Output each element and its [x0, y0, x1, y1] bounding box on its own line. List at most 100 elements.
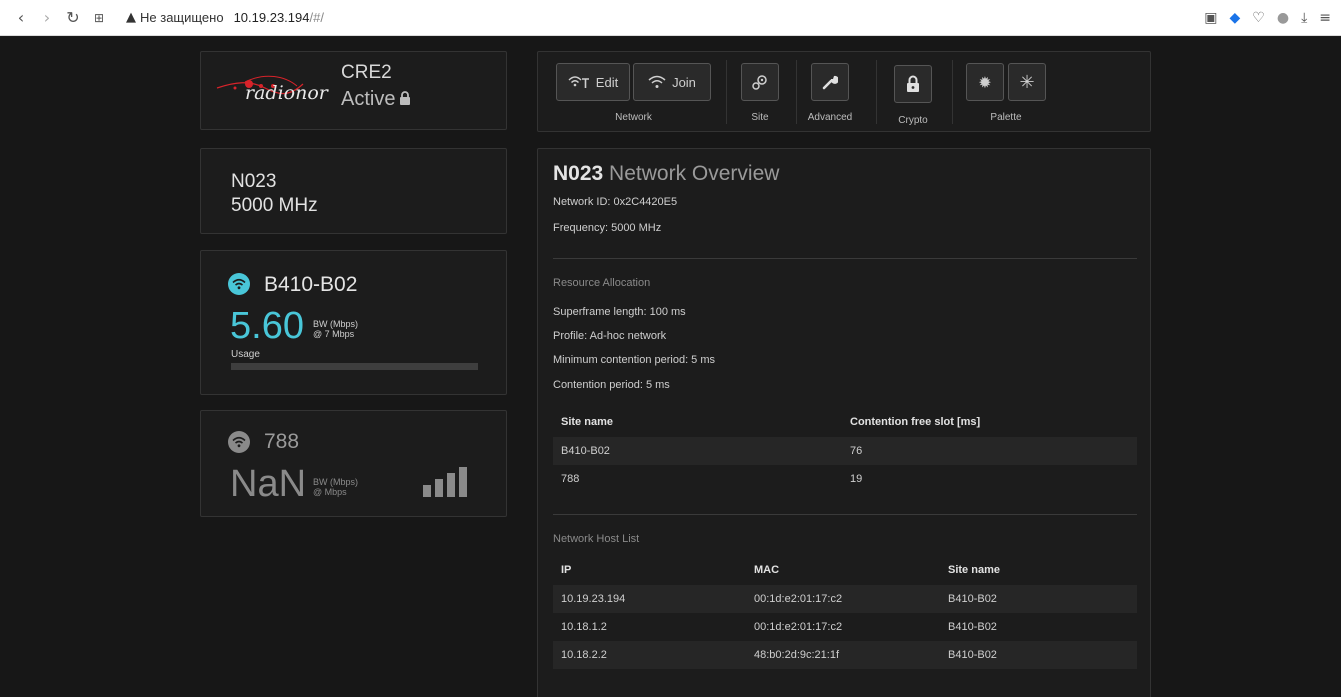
slot-cell: 19	[850, 473, 863, 485]
camera-icon[interactable]: ▣	[1204, 10, 1217, 26]
slot-cell: 76	[850, 445, 863, 457]
wifi-icon	[228, 273, 250, 295]
bandwidth-rate: @ Mbps	[313, 487, 347, 497]
device-status: Active	[341, 88, 411, 111]
mac-cell: 48:b0:2d:9c:21:1f	[754, 649, 840, 661]
table-row[interactable]: 10.18.1.2 00:1d:e2:01:17:c2 B410-B02	[553, 613, 1137, 641]
table-row[interactable]: B410-B02 76	[553, 437, 1137, 465]
join-label: Join	[672, 74, 696, 90]
table-row[interactable]: 788 19	[553, 465, 1137, 493]
site-name: B410-B02	[264, 273, 358, 296]
toolbar-divider	[876, 60, 877, 124]
join-button[interactable]: Join	[633, 63, 711, 101]
site-name: 788	[264, 430, 300, 453]
column-header-site-name: Site name	[948, 564, 1000, 576]
bandwidth-unit-label: BW (Mbps)	[313, 319, 358, 329]
column-header-slot: Contention free slot [ms]	[850, 416, 981, 428]
wifi-edit-icon	[568, 76, 589, 88]
advanced-group-label: Advanced	[807, 112, 853, 123]
site-card[interactable]: B410-B02 5.60 BW (Mbps) @ 7 Mbps Usage	[200, 250, 507, 395]
logo-text: radionor	[245, 82, 328, 104]
gears-icon	[752, 75, 767, 90]
crypto-group-label: Crypto	[898, 115, 928, 126]
network-id: N023	[231, 171, 277, 192]
ip-cell: 10.19.23.194	[561, 593, 626, 605]
site-button[interactable]	[741, 63, 779, 101]
lock-icon	[400, 91, 411, 105]
download-icon[interactable]: ⤓	[1301, 10, 1307, 26]
section-divider	[553, 514, 1137, 515]
column-header-ip: IP	[561, 564, 572, 576]
column-header-site-name: Site name	[561, 416, 613, 428]
ip-cell: 10.18.1.2	[561, 621, 607, 633]
frequency-field: Frequency: 5000 MHz	[553, 222, 662, 234]
toolbar-divider	[952, 60, 953, 124]
mac-cell: 00:1d:e2:01:17:c2	[754, 593, 843, 605]
sun-outline-icon: ✳	[1019, 71, 1035, 93]
reload-icon[interactable]: ↻	[60, 8, 86, 27]
host-list-heading: Network Host List	[553, 533, 640, 545]
host-table: IP MAC Site name 10.19.23.194 00:1d:e2:0…	[553, 555, 1137, 669]
slot-table: Site name Contention free slot [ms] B410…	[553, 407, 1137, 493]
tab-grid-icon[interactable]: ⊞	[86, 11, 112, 25]
browser-toolbar: ‹ › ↻ ⊞ ▲ Не защищено 10.19.23.194/#/ ▣ …	[0, 0, 1341, 36]
forward-arrow-icon[interactable]: ›	[34, 8, 60, 27]
palette-dark-button[interactable]: ✹	[966, 63, 1004, 101]
edit-button[interactable]: Edit	[556, 63, 630, 101]
contention-field: Contention period: 5 ms	[553, 379, 670, 391]
bandwidth-value: NaN	[230, 463, 307, 505]
shield-icon[interactable]: ◆	[1230, 10, 1241, 26]
site-card[interactable]: 788 NaN BW (Mbps) @ Mbps	[200, 410, 507, 517]
signal-bar	[423, 485, 431, 497]
network-id-field: Network ID: 0x2C4420E5	[553, 196, 678, 208]
table-row[interactable]: 10.18.2.2 48:b0:2d:9c:21:1f B410-B02	[553, 641, 1137, 669]
min-contention-field: Minimum contention period: 5 ms	[553, 354, 716, 366]
mac-cell: 00:1d:e2:01:17:c2	[754, 621, 843, 633]
advanced-button[interactable]	[811, 63, 849, 101]
network-group-label: Network	[615, 112, 652, 123]
table-row[interactable]: 10.19.23.194 00:1d:e2:01:17:c2 B410-B02	[553, 585, 1137, 613]
device-status-label: Active	[341, 88, 396, 110]
sun-icon: ✹	[978, 72, 992, 92]
network-card[interactable]: N023 5000 MHz	[200, 148, 507, 234]
palette-light-button[interactable]: ✳	[1008, 63, 1046, 101]
bandwidth-unit: BW (Mbps) @ Mbps	[313, 477, 358, 497]
crypto-button[interactable]	[894, 65, 932, 103]
site-name-cell: B410-B02	[561, 445, 610, 457]
signal-strength-icon	[423, 467, 469, 497]
bandwidth-unit: BW (Mbps) @ 7 Mbps	[313, 319, 358, 339]
table-header-row: Site name Contention free slot [ms]	[553, 407, 1137, 437]
signal-bar	[435, 479, 443, 497]
profile-icon[interactable]: ●	[1277, 10, 1289, 26]
resource-allocation-heading: Resource Allocation	[553, 277, 651, 289]
section-divider	[553, 258, 1137, 259]
superframe-field: Superframe length: 100 ms	[553, 306, 686, 318]
app-page: radionor CRE2 Active Edit Join Network S…	[0, 37, 1341, 697]
site-name-cell: B410-B02	[948, 621, 997, 633]
signal-bar	[447, 473, 455, 497]
site-group-label: Site	[751, 112, 769, 123]
url-path: /#/	[309, 10, 324, 25]
wifi-icon	[228, 431, 250, 453]
profile-field: Profile: Ad-hoc network	[553, 330, 667, 342]
usage-bar	[231, 363, 478, 370]
heart-icon[interactable]: ♡	[1252, 10, 1265, 26]
overview-title: N023 Network Overview	[553, 162, 779, 186]
security-label: Не защищено	[140, 10, 224, 25]
bandwidth-unit-label: BW (Mbps)	[313, 477, 358, 487]
network-overview: N023 Network Overview Network ID: 0x2C44…	[537, 148, 1151, 697]
palette-group-label: Palette	[990, 112, 1022, 123]
usage-label: Usage	[231, 349, 260, 360]
signal-bar	[459, 467, 467, 497]
toolbar-divider	[726, 60, 727, 124]
wifi-icon	[648, 75, 666, 88]
address-bar[interactable]: ▲ Не защищено 10.19.23.194/#/	[126, 10, 324, 25]
device-name: CRE2	[341, 62, 392, 83]
overview-title-id: N023	[553, 162, 604, 185]
column-header-mac: MAC	[754, 564, 780, 576]
menu-icon[interactable]: ≡	[1319, 10, 1331, 26]
ip-cell: 10.18.2.2	[561, 649, 607, 661]
back-arrow-icon[interactable]: ‹	[8, 8, 34, 27]
warning-icon: ▲	[126, 10, 136, 25]
bandwidth-rate: @ 7 Mbps	[313, 329, 355, 339]
